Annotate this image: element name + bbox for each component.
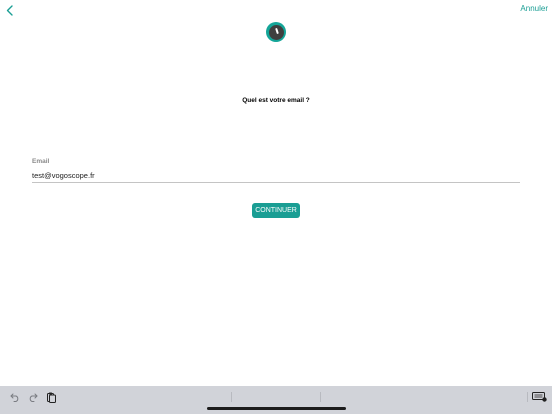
- continue-button[interactable]: CONTINUER: [252, 203, 300, 218]
- toolbar-divider: [320, 392, 321, 402]
- email-field[interactable]: [32, 168, 520, 183]
- home-indicator: [207, 407, 346, 410]
- undo-icon: [10, 393, 19, 402]
- back-button[interactable]: [2, 3, 16, 17]
- undo-button[interactable]: [9, 391, 21, 403]
- logo-center: [268, 24, 284, 40]
- cancel-button[interactable]: Annuler: [520, 4, 548, 13]
- email-label: Email: [32, 158, 50, 165]
- toolbar-divider: [527, 392, 528, 402]
- keyboard-dismiss-button[interactable]: [531, 391, 547, 403]
- chevron-left-icon: [6, 4, 13, 16]
- paste-icon: [46, 392, 56, 403]
- redo-button[interactable]: [27, 391, 39, 403]
- compass-logo-icon: [266, 22, 286, 42]
- toolbar-divider: [231, 392, 232, 402]
- paste-button[interactable]: [45, 391, 57, 403]
- keyboard-dismiss-icon: [531, 392, 547, 402]
- redo-icon: [29, 393, 38, 402]
- logo-needle: [274, 27, 279, 34]
- page-question: Quel est votre email ?: [242, 97, 310, 104]
